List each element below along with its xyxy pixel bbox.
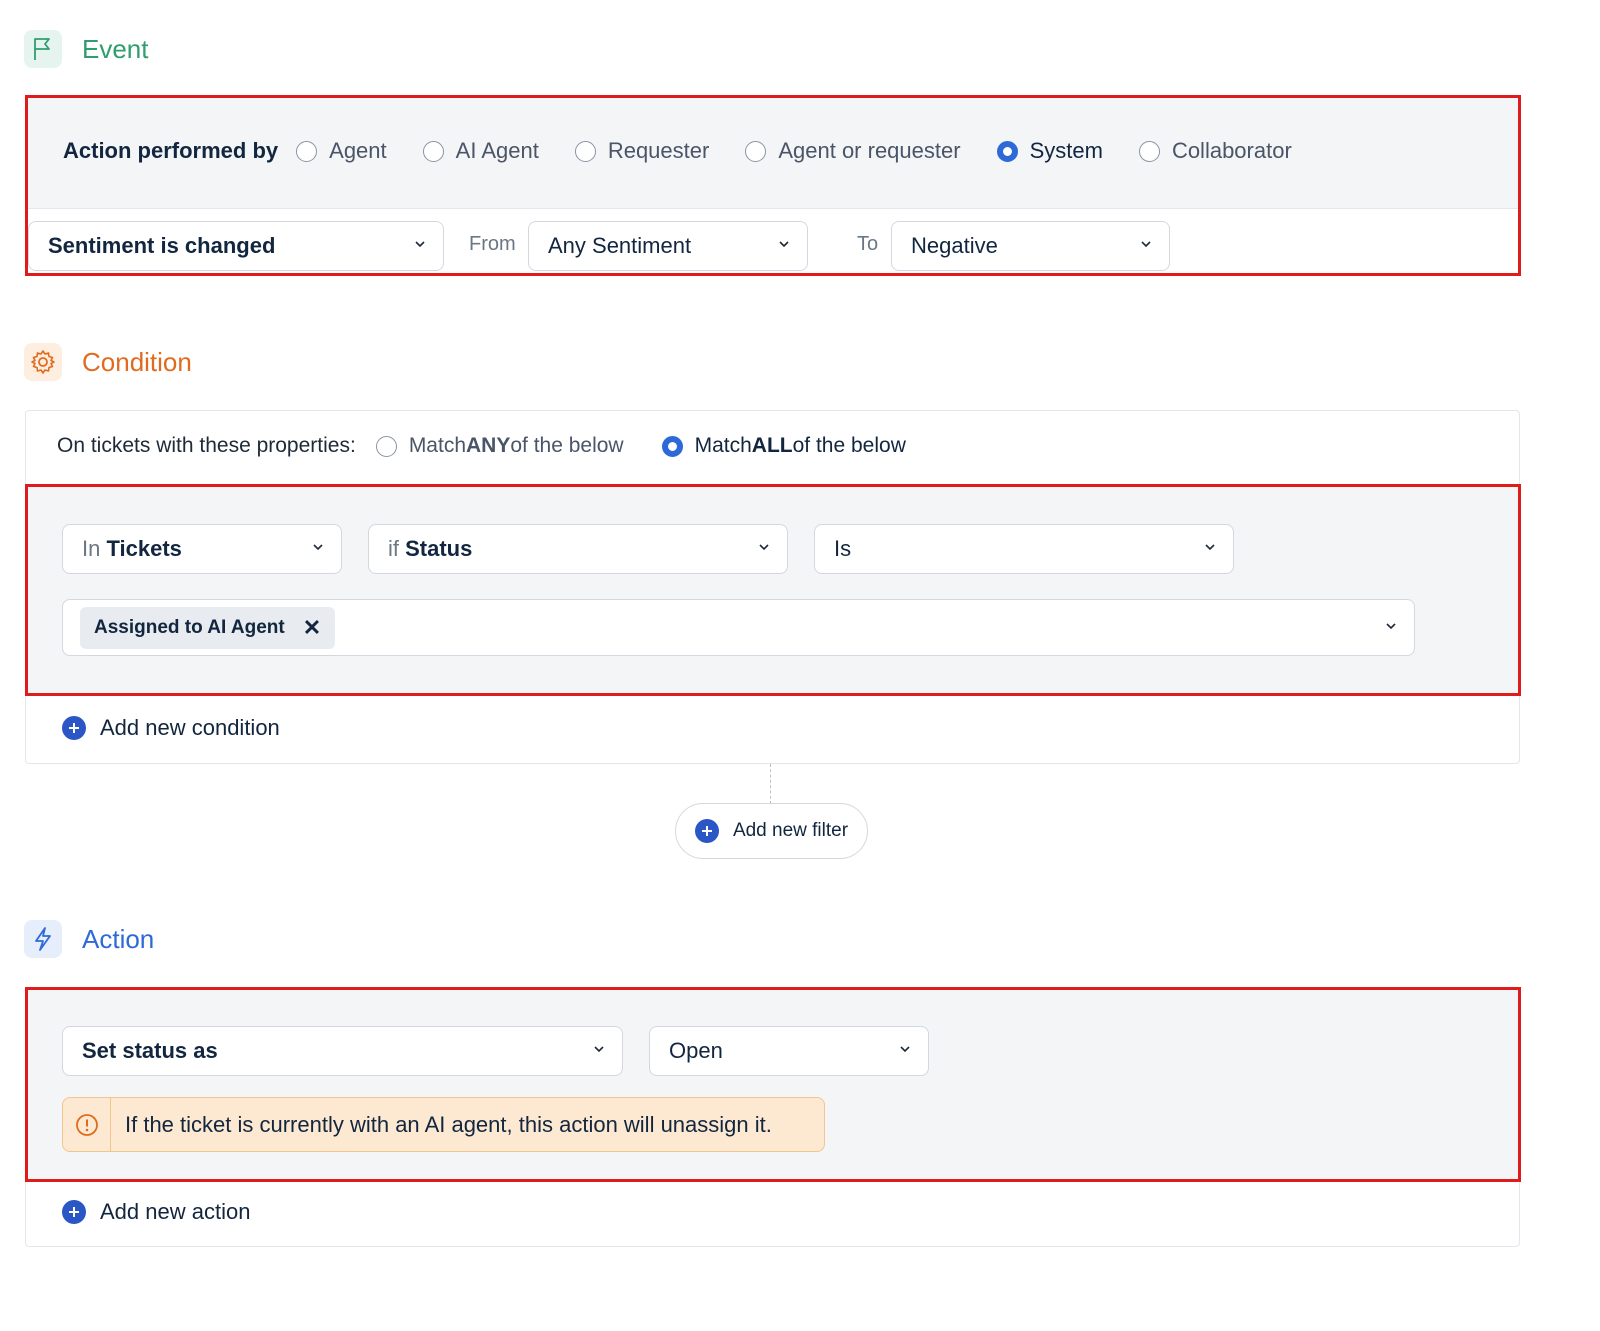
condition-section-header: Condition xyxy=(24,343,192,381)
chevron-down-icon xyxy=(313,544,323,551)
trigger-select[interactable]: Sentiment is changed xyxy=(28,221,444,271)
add-condition-label: Add new condition xyxy=(100,715,280,740)
performed-by-row: Action performed by Agent AI Agent Reque… xyxy=(28,98,1518,209)
to-sentiment-select[interactable]: Negative xyxy=(891,221,1170,271)
chevron-down-icon xyxy=(1141,241,1151,248)
event-title: Event xyxy=(82,33,149,64)
status-value-select[interactable]: Open xyxy=(649,1026,929,1076)
from-label: From xyxy=(469,233,516,255)
chevron-down-icon xyxy=(415,241,425,248)
chevron-down-icon xyxy=(1386,622,1396,629)
from-select-value: Any Sentiment xyxy=(548,233,692,258)
flag-icon xyxy=(24,30,62,68)
action-title: Action xyxy=(82,923,155,954)
to-select-value: Negative xyxy=(911,233,998,258)
chevron-down-icon xyxy=(759,544,769,551)
field-value: Status xyxy=(405,536,473,561)
action-type-select[interactable]: Set status as xyxy=(62,1026,623,1076)
value-chip: Assigned to AI Agent ✕ xyxy=(80,607,336,649)
warning-banner: If the ticket is currently with an AI ag… xyxy=(62,1097,825,1152)
radio-circle[interactable] xyxy=(422,140,444,162)
status-value: Open xyxy=(669,1038,723,1063)
condition-rule-panel xyxy=(25,484,1521,696)
chevron-down-icon xyxy=(779,241,789,248)
add-filter-label: Add new filter xyxy=(732,820,849,841)
radio-circle[interactable] xyxy=(574,140,596,162)
radio-circle-selected[interactable] xyxy=(996,140,1018,162)
gear-icon xyxy=(24,343,62,381)
action-rule-panel xyxy=(25,987,1521,1182)
match-mode-row: On tickets with these properties: Match … xyxy=(57,434,944,458)
in-value: Tickets xyxy=(106,536,182,561)
performer-system-radio[interactable]: System xyxy=(996,138,1103,164)
in-entity-select[interactable]: In Tickets xyxy=(62,524,342,574)
trigger-select-value: Sentiment is changed xyxy=(48,233,276,258)
field-select[interactable]: if Status xyxy=(368,524,788,574)
action-section-header: Action xyxy=(24,920,154,958)
match-all-radio[interactable]: Match ALL of the below xyxy=(661,434,906,458)
radio-circle[interactable] xyxy=(296,140,318,162)
match-any-radio[interactable]: Match ANY of the below xyxy=(375,434,624,458)
lightning-icon xyxy=(24,920,62,958)
radio-circle[interactable] xyxy=(745,140,767,162)
radio-circle[interactable] xyxy=(1138,140,1160,162)
performer-agent-or-requester-radio[interactable]: Agent or requester xyxy=(745,138,961,164)
event-section-header: Event xyxy=(24,30,149,68)
properties-label: On tickets with these properties: xyxy=(57,434,356,457)
performer-requester-radio[interactable]: Requester xyxy=(574,138,709,164)
chevron-down-icon xyxy=(1205,544,1215,551)
field-prefix: if xyxy=(388,536,399,561)
performed-by-label: Action performed by xyxy=(63,138,279,163)
add-action-label: Add new action xyxy=(100,1199,251,1224)
operator-value: Is xyxy=(834,536,852,561)
action-type-value: Set status as xyxy=(82,1038,218,1063)
value-chip-label: Assigned to AI Agent xyxy=(94,617,285,638)
performer-collaborator-radio[interactable]: Collaborator xyxy=(1138,138,1292,164)
close-icon[interactable]: ✕ xyxy=(303,615,321,641)
plus-icon xyxy=(694,819,719,843)
add-action-button[interactable]: Add new action xyxy=(62,1199,250,1225)
add-condition-button[interactable]: Add new condition xyxy=(62,715,280,741)
radio-circle[interactable] xyxy=(375,435,397,457)
operator-select[interactable]: Is xyxy=(814,524,1234,574)
from-sentiment-select[interactable]: Any Sentiment xyxy=(528,221,808,271)
warning-text: If the ticket is currently with an AI ag… xyxy=(125,1111,772,1137)
in-prefix: In xyxy=(82,536,101,561)
performer-ai-agent-radio[interactable]: AI Agent xyxy=(422,138,539,164)
radio-circle-selected[interactable] xyxy=(661,435,683,457)
to-label: To xyxy=(857,233,879,255)
performer-agent-radio[interactable]: Agent xyxy=(296,138,387,164)
plus-icon xyxy=(62,716,86,740)
plus-icon xyxy=(62,1200,86,1224)
add-filter-button[interactable]: Add new filter xyxy=(675,803,868,859)
condition-title: Condition xyxy=(82,346,192,377)
chevron-down-icon xyxy=(900,1046,910,1053)
connector-line xyxy=(770,764,771,804)
chevron-down-icon xyxy=(594,1046,604,1053)
warning-icon xyxy=(63,1098,111,1151)
